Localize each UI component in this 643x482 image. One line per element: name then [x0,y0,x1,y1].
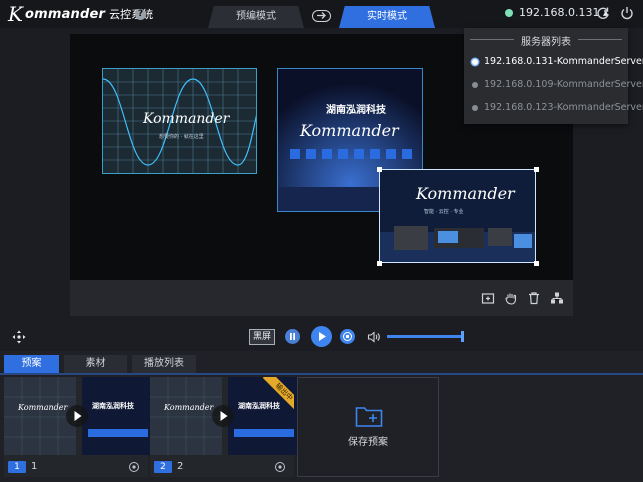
server-list-dropdown: 服务器列表 192.168.0.131-KommanderServer 192.… [464,28,643,124]
stage-media-3-selected[interactable]: Kommander 智能 · 云控 · 专业 [379,169,536,263]
thumb-caption: Kommander [164,403,214,412]
preset-footer: 1 1 [4,459,148,477]
output-badge-label: 输出中 [262,377,294,414]
radio-icon [472,81,478,88]
stage-toolbar [70,280,573,316]
preset-name: 2 [177,461,184,472]
radio-icon [472,104,478,111]
move-icon[interactable] [12,330,26,344]
radio-selected-icon [472,58,478,65]
tab-playlist[interactable]: 播放列表 [132,355,196,373]
server-item[interactable]: 192.168.0.109-KommanderServer [472,79,643,90]
delete-icon[interactable] [527,291,541,305]
server-item[interactable]: 192.168.0.131-KommanderServer [472,56,643,67]
logo-mark: K [8,2,23,26]
split-icon[interactable] [550,291,564,305]
stage-media-1[interactable]: Kommander 想要你的 · 就在这里 [102,68,257,174]
preset-number: 2 [154,461,172,473]
app-logo: K ommander 云控系统 [8,2,154,26]
pause-button[interactable] [285,329,300,344]
volume-slider[interactable] [387,335,463,338]
divider [578,39,622,40]
media-subcaption: Kommander [300,121,399,140]
volume-icon[interactable] [367,330,381,344]
media-caption: Kommander [143,111,230,127]
preset-name: 1 [31,461,38,472]
hand-icon[interactable] [504,291,518,305]
tab-preedit-mode[interactable]: 预编模式 [208,6,304,28]
thumb-lights [234,429,294,437]
blackout-button[interactable]: 黑屏 [249,329,275,345]
server-item-label: 192.168.0.123-KommanderServer [484,102,643,113]
preset-thumb-b: 湖南泓润科技 [82,377,154,455]
preset-card-1[interactable]: Kommander 湖南泓润科技 1 1 [4,377,154,477]
refresh-icon[interactable] [596,6,610,20]
power-icon[interactable] [620,6,634,20]
server-item-label: 192.168.0.131-KommanderServer [484,56,643,67]
server-item-label: 192.168.0.109-KommanderServer [484,79,643,90]
add-layer-icon[interactable] [481,291,495,305]
media-caption: Kommander [416,184,515,203]
volume-fill [387,335,463,338]
logo-brand: ommander [24,6,106,22]
folder-add-icon[interactable] [355,404,383,428]
tab-realtime-mode[interactable]: 实时模式 [339,6,435,28]
tab-assets[interactable]: 素材 [64,355,127,373]
preset-footer: 2 2 [150,459,294,477]
thumb-caption: Kommander [18,403,68,412]
server-item[interactable]: 192.168.0.123-KommanderServer [472,102,643,113]
settings-icon[interactable] [274,461,286,473]
server-list-title: 服务器列表 [521,37,571,48]
media-subcaption: 智能 · 云控 · 专业 [424,209,464,215]
resize-handle-tr[interactable] [534,167,539,172]
tab-presets[interactable]: 预案 [4,355,59,373]
preset-number: 1 [8,461,26,473]
resize-handle-br[interactable] [534,261,539,266]
volume-knob[interactable] [461,331,464,342]
output-badge: 输出中 [254,377,294,417]
media-subcaption: 想要你的 · 就在这里 [159,134,204,140]
resize-handle-tl[interactable] [377,167,382,172]
server-status-dot [505,9,513,17]
switch-mode-icon[interactable] [312,10,331,22]
tab-underline [0,373,643,375]
preset-play-button[interactable] [212,405,234,427]
thumb-caption: 湖南泓润科技 [92,402,134,410]
save-preset-label: 保存预案 [348,437,388,448]
help-icon[interactable]: ? [135,9,146,20]
play-button[interactable] [311,326,332,347]
preset-play-button[interactable] [66,405,88,427]
media-caption: 湖南泓润科技 [326,105,386,116]
thumb-lights [88,429,148,437]
settings-icon[interactable] [128,461,140,473]
stop-button[interactable] [340,329,355,344]
resize-handle-bl[interactable] [377,261,382,266]
logo-suffix: 云控系统 [109,8,154,21]
